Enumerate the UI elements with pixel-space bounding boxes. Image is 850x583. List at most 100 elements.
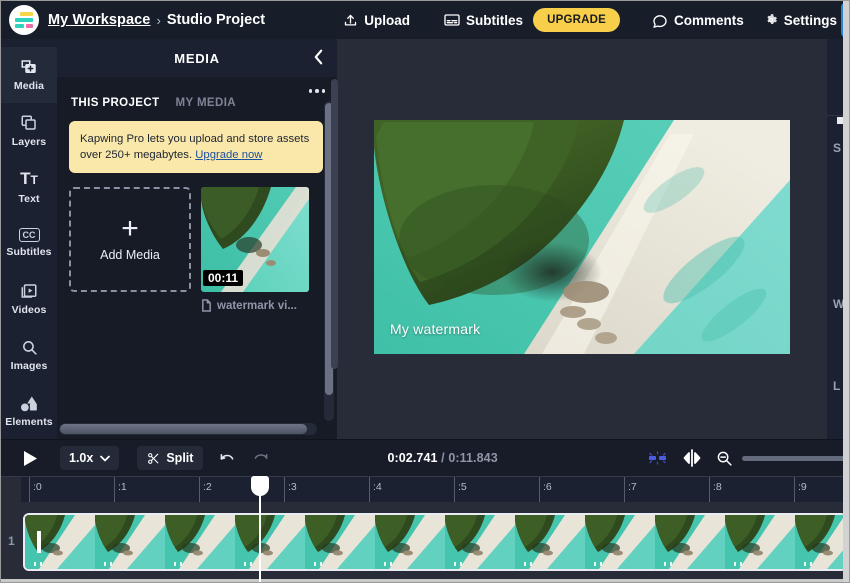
window-right-edge [843,1,849,582]
filmstrip-frame [25,515,95,569]
playback-speed-selector[interactable]: 1.0x [60,446,120,470]
upload-label: Upload [364,12,411,28]
subtitles-icon [444,13,460,27]
total-duration: 0:11.843 [448,451,498,465]
media-asset-item[interactable]: 00:11 watermark vi... [201,187,309,312]
inspector-label-2: L [833,379,841,393]
sidebar-item-videos[interactable]: Videos [1,271,57,327]
comment-bubble-icon [652,13,668,28]
zoom-slider[interactable] [742,455,847,461]
play-button[interactable] [23,450,38,467]
filmstrip-frame [655,515,725,569]
settings-button[interactable]: Settings [762,9,839,32]
video-preview[interactable]: My watermark [374,120,790,354]
media-asset-meta: watermark vi... [201,299,309,312]
window-bottom-edge [1,579,849,582]
shapes-icon [20,395,39,412]
media-panel-horizontal-scrollbar[interactable] [59,423,317,435]
tab-this-project[interactable]: THIS PROJECT [71,97,160,109]
filmstrip-frame [305,515,375,569]
top-bar-actions: Upload Subtitles UPGRADE Comments Settin… [341,3,849,37]
more-options-icon[interactable] [308,89,325,93]
snap-magnet-icon[interactable] [647,449,669,467]
sidebar-item-images[interactable]: Images [1,327,57,383]
zoom-out-icon[interactable] [716,450,733,467]
filmstrip-frame [515,515,585,569]
video-library-icon [20,282,38,300]
ruler-tick: :4 [369,477,382,503]
track-number: 1 [8,534,15,548]
split-button[interactable]: Split [137,446,204,470]
closed-caption-icon: CC [18,228,40,242]
media-panel-title: MEDIA [174,50,220,66]
settings-label: Settings [783,12,837,28]
chevron-left-icon[interactable] [312,48,325,66]
kapwing-logo[interactable] [9,5,39,35]
sidebar-item-elements[interactable]: Elements [1,383,57,439]
top-bar: My Workspace › Studio Project Upload Sub… [1,1,849,39]
inspector-label-0: S [833,141,842,155]
asset-duration-badge: 00:11 [203,270,244,286]
scissors-icon [147,452,160,465]
ruler-tick: :2 [199,477,212,503]
left-tool-rail: Media Layers TT Text CC Subtitles Videos… [1,39,57,439]
clip-filmstrip [25,515,845,569]
subtitles-button[interactable]: Subtitles [442,9,525,32]
filmstrip-frame [95,515,165,569]
media-panel: MEDIA THIS PROJECT MY MEDIA Kapwing Pro … [57,39,337,439]
add-media-label: Add Media [100,247,160,262]
playhead-handle[interactable] [251,476,269,496]
media-panel-body: THIS PROJECT MY MEDIA Kapwing Pro lets y… [57,77,337,439]
watermark-text[interactable]: My watermark [390,321,480,337]
ruler-tick-label: :4 [373,481,382,493]
breadcrumb-workspace[interactable]: My Workspace [48,12,150,28]
upload-button[interactable]: Upload [341,9,412,32]
timeline-toolbar: 1.0x Split 0:02.741 / 0:11.843 [1,439,849,476]
timeline-clip[interactable] [23,513,847,571]
media-asset-thumbnail[interactable]: 00:11 [201,187,309,292]
time-display: 0:02.741 / 0:11.843 [387,451,497,465]
timeline-ruler[interactable]: :0:1:2:3:4:5:6:7:8:9 [1,476,849,503]
pro-upsell-banner: Kapwing Pro lets you upload and store as… [69,121,323,173]
stage-scroll-handle[interactable] [331,79,338,369]
upgrade-button[interactable]: UPGRADE [533,8,620,32]
add-media-button[interactable]: + Add Media [69,187,191,292]
comments-button[interactable]: Comments [650,9,746,32]
sidebar-item-layers[interactable]: Layers [1,103,57,159]
ruler-tick: :3 [284,477,297,503]
subtitles-label: Subtitles [466,12,524,28]
plus-icon: + [121,211,139,245]
sidebar-item-text[interactable]: TT Text [1,159,57,215]
ruler-tick: :7 [624,477,637,503]
track-gutter: 1 [1,502,21,582]
preview-stage: My watermark [337,39,827,439]
breadcrumb-project[interactable]: Studio Project [167,12,265,28]
kapwing-studio-window: My Workspace › Studio Project Upload Sub… [0,0,850,583]
fit-to-width-icon[interactable] [682,449,702,467]
ruler-tick-label: :5 [458,481,467,493]
filmstrip-frame [795,515,845,569]
sidebar-label-subtitles: Subtitles [6,246,52,258]
redo-button[interactable] [253,451,269,465]
breadcrumb: My Workspace › Studio Project [48,12,265,28]
sidebar-label-images: Images [10,359,48,372]
gear-icon [764,13,778,27]
ruler-tick-label: :1 [118,481,127,493]
text-icon: TT [20,168,38,188]
tab-my-media[interactable]: MY MEDIA [176,97,237,109]
ruler-tick: :6 [539,477,552,503]
filmstrip-frame [375,515,445,569]
search-icon [21,339,38,356]
ruler-tick-label: :9 [798,481,807,493]
upgrade-now-link[interactable]: Upgrade now [195,149,262,161]
sidebar-item-subtitles[interactable]: CC Subtitles [1,215,57,271]
ruler-tick: :5 [454,477,467,503]
media-panel-header: MEDIA [57,39,337,77]
playhead[interactable] [251,476,269,582]
filmstrip-frame [445,515,515,569]
time-separator: / [441,451,445,465]
sidebar-label-videos: Videos [11,304,47,316]
sidebar-item-media[interactable]: Media [1,47,57,103]
undo-button[interactable] [219,451,235,465]
filmstrip-frame [165,515,235,569]
